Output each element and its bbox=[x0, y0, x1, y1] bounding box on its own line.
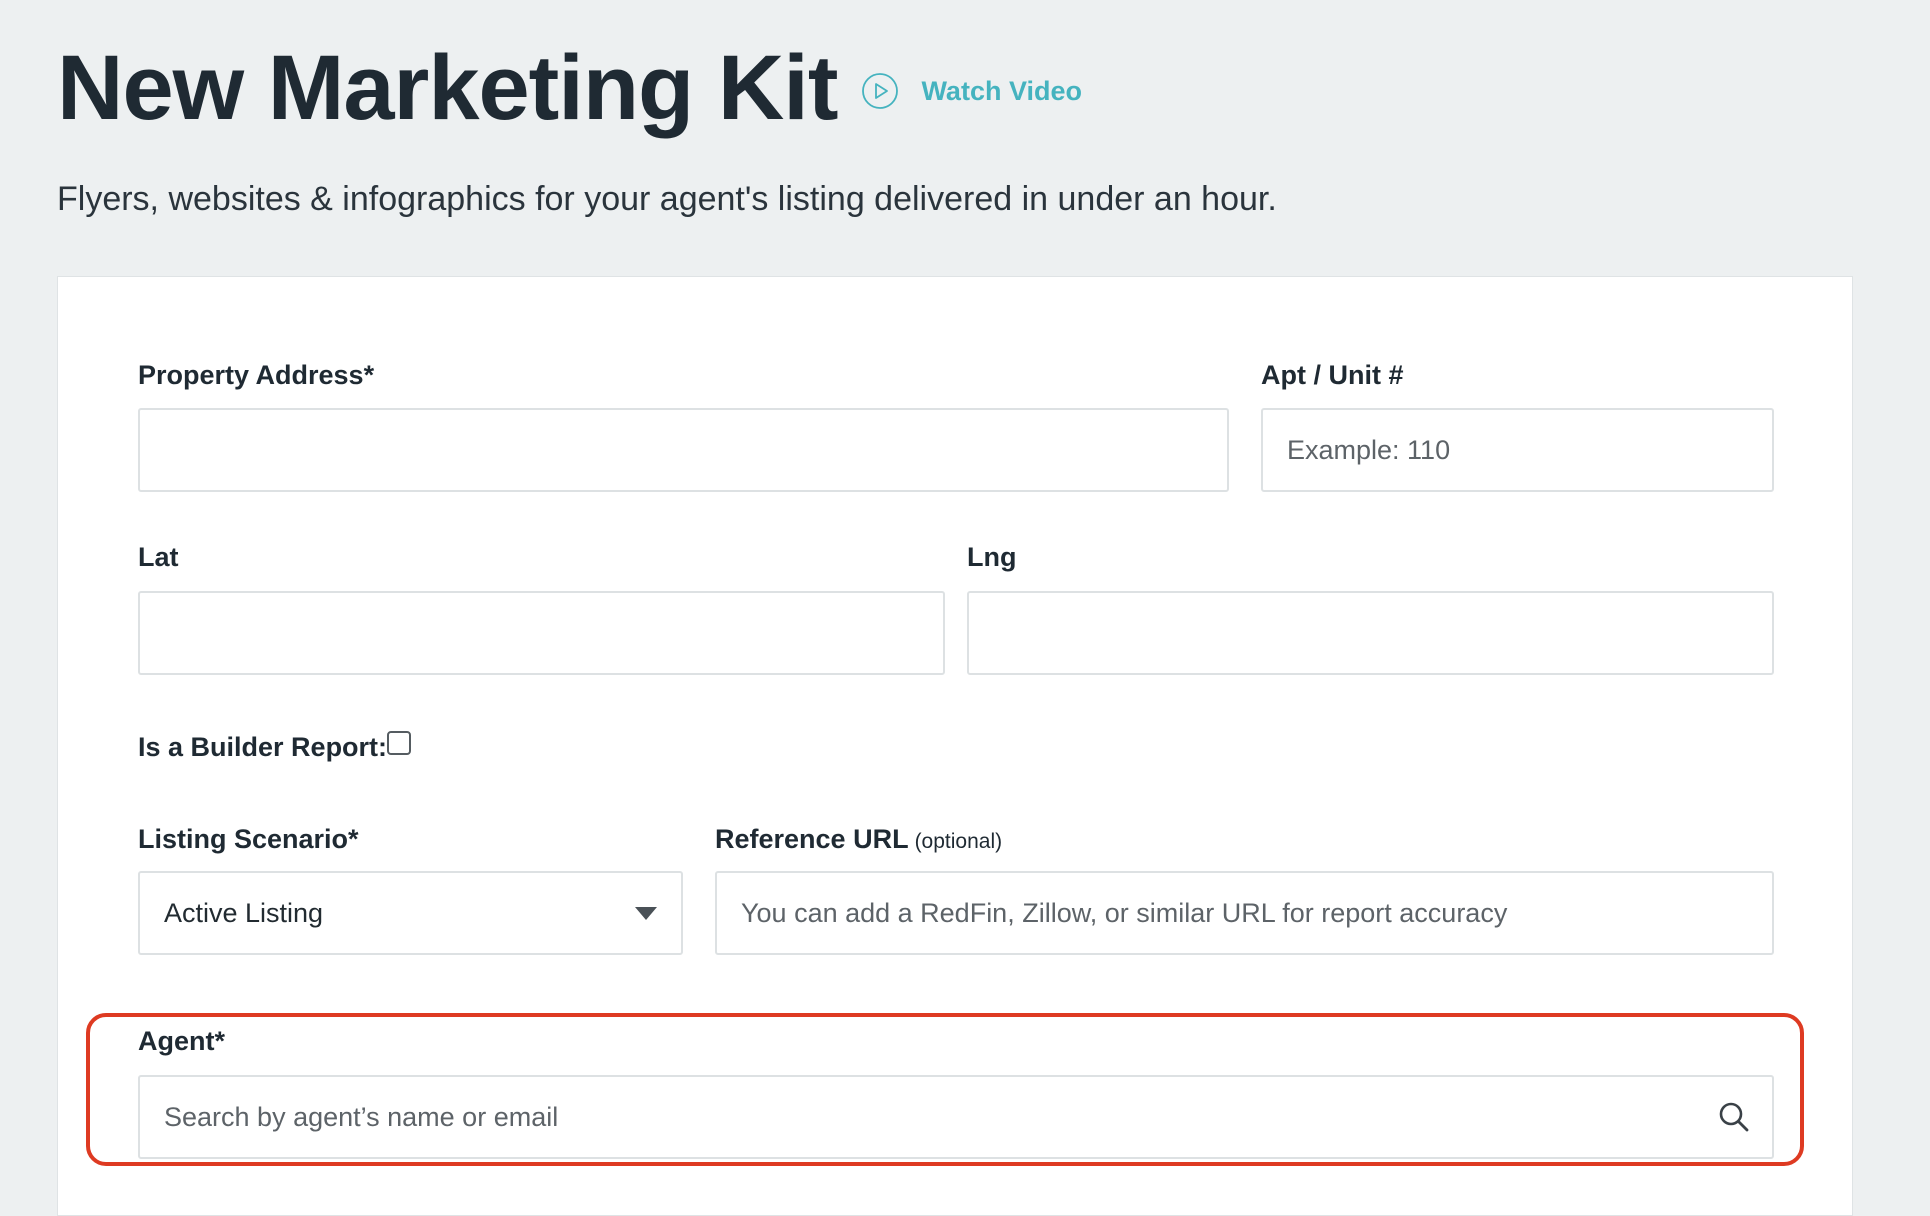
builder-report-label: Is a Builder Report: bbox=[138, 732, 388, 762]
lng-input[interactable] bbox=[967, 591, 1774, 675]
page-title: New Marketing Kit bbox=[57, 37, 838, 139]
property-address-input[interactable] bbox=[138, 408, 1229, 492]
play-circle-icon bbox=[862, 73, 899, 109]
apt-unit-input[interactable] bbox=[1261, 408, 1774, 492]
reference-url-input[interactable] bbox=[715, 871, 1774, 955]
page-subtitle: Flyers, websites & infographics for your… bbox=[57, 180, 1277, 218]
agent-search-input[interactable] bbox=[138, 1075, 1774, 1159]
lat-input[interactable] bbox=[138, 591, 945, 675]
lat-label: Lat bbox=[138, 542, 179, 572]
page-header: New Marketing Kit Watch Video Flyers, we… bbox=[57, 28, 1857, 219]
watch-video-label: Watch Video bbox=[921, 75, 1082, 106]
search-icon[interactable] bbox=[1717, 1100, 1751, 1134]
reference-url-label-text: Reference URL bbox=[715, 824, 909, 854]
agent-label: Agent* bbox=[138, 1026, 225, 1056]
reference-url-optional: (optional) bbox=[914, 830, 1003, 853]
builder-report-checkbox[interactable] bbox=[387, 731, 411, 755]
listing-scenario-value: Active Listing bbox=[164, 897, 324, 928]
watch-video-link[interactable]: Watch Video bbox=[861, 72, 1082, 110]
property-address-label: Property Address* bbox=[138, 360, 375, 390]
title-row: New Marketing Kit Watch Video bbox=[57, 28, 1857, 148]
lng-label: Lng bbox=[967, 542, 1017, 572]
reference-url-label: Reference URL (optional) bbox=[715, 824, 1002, 855]
apt-unit-label: Apt / Unit # bbox=[1261, 360, 1404, 390]
listing-scenario-label: Listing Scenario* bbox=[138, 824, 359, 854]
listing-scenario-select[interactable]: Active Listing bbox=[138, 871, 683, 955]
chevron-down-icon bbox=[635, 906, 657, 920]
